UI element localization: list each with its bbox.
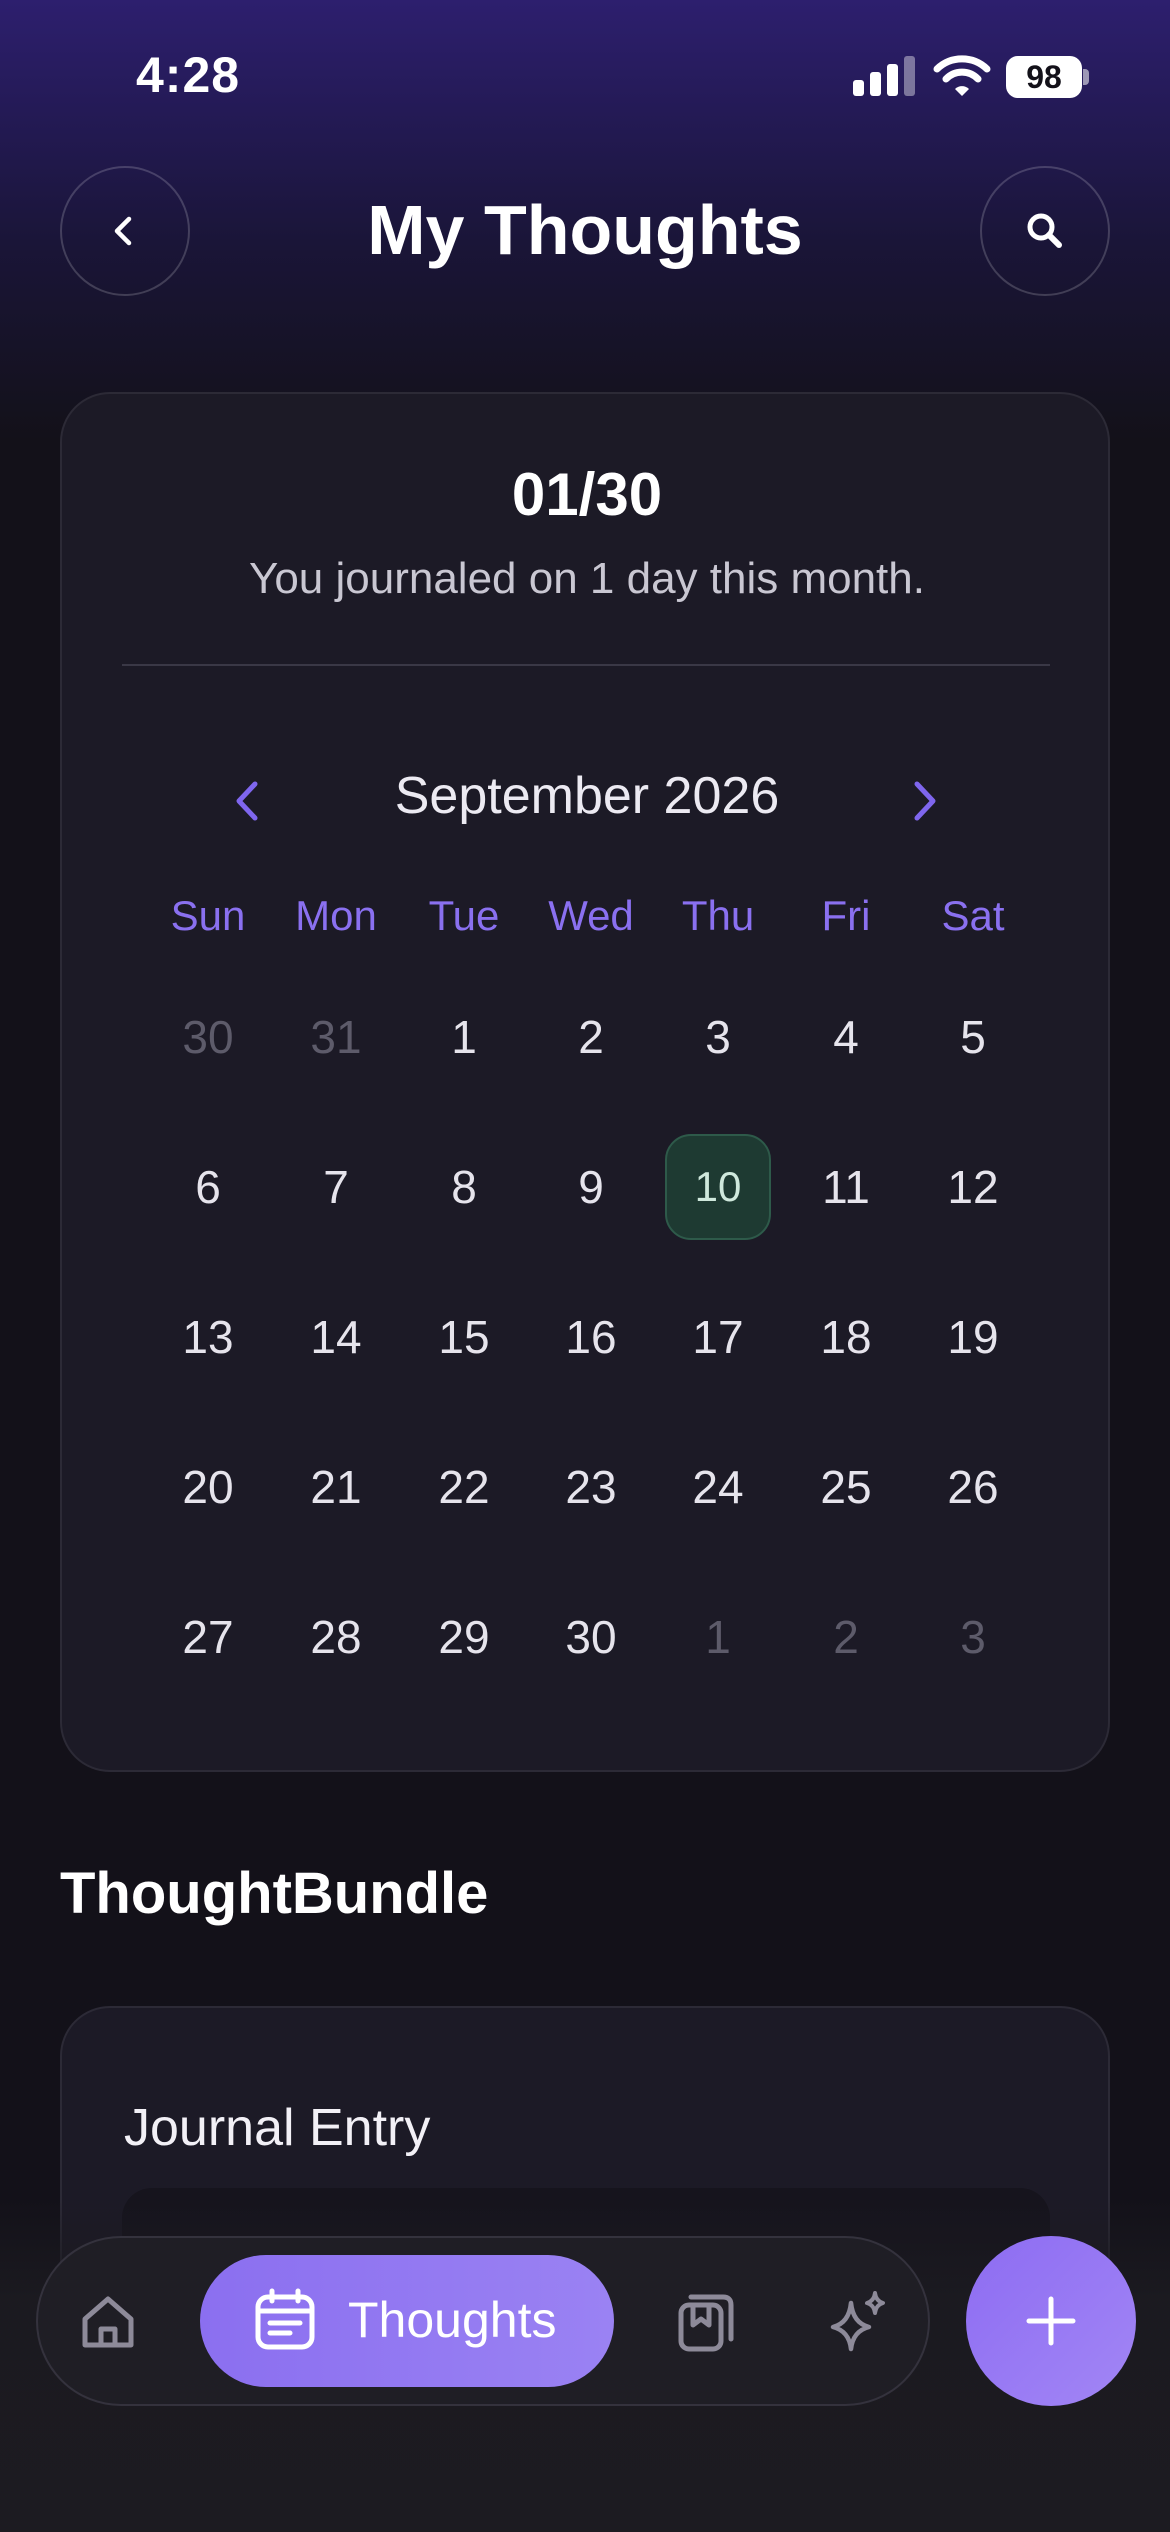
calendar-day-number: 10 — [665, 1134, 771, 1240]
status-bar: 4:28 98 — [0, 0, 1170, 150]
calendar-day[interactable]: 9 — [527, 1134, 655, 1240]
chevron-right-icon — [914, 781, 936, 821]
calendar-day[interactable]: 22 — [400, 1434, 528, 1540]
calendar-icon — [255, 2288, 315, 2350]
calendar-card: 01/30 You journaled on 1 day this month.… — [60, 392, 1110, 1772]
calendar-day-outside[interactable]: 31 — [272, 984, 400, 1090]
next-month-button[interactable] — [890, 766, 960, 836]
wifi-icon — [933, 52, 991, 98]
calendar-day[interactable]: 17 — [654, 1284, 782, 1390]
journal-summary-text: You journaled on 1 day this month. — [249, 554, 925, 603]
calendar-day[interactable]: 19 — [909, 1284, 1037, 1390]
calendar-day[interactable]: 28 — [272, 1584, 400, 1690]
calendar-day[interactable]: 14 — [272, 1284, 400, 1390]
calendar-day-outside[interactable]: 3 — [909, 1584, 1037, 1690]
calendar-day[interactable]: 11 — [782, 1134, 910, 1240]
calendar-day[interactable]: 13 — [144, 1284, 272, 1390]
search-icon — [1027, 213, 1062, 248]
calendar-day[interactable]: 3 — [654, 984, 782, 1090]
tab-home[interactable] — [70, 2284, 146, 2360]
calendar-day[interactable]: 23 — [527, 1434, 655, 1540]
home-icon — [82, 2296, 134, 2348]
calendar-day[interactable]: 26 — [909, 1434, 1037, 1540]
weekday-label: Thu — [681, 892, 755, 939]
journal-streak-count: 01/30 — [511, 461, 663, 528]
calendar-day[interactable]: 30 — [527, 1584, 655, 1690]
calendar-day[interactable]: 15 — [400, 1284, 528, 1390]
weekday-label: Fri — [821, 892, 871, 939]
calendar-day[interactable]: 27 — [144, 1584, 272, 1690]
battery-level: 98 — [1006, 56, 1082, 98]
calendar-day[interactable]: 18 — [782, 1284, 910, 1390]
status-time: 4:28 — [136, 47, 241, 103]
battery-icon: 98 — [1006, 56, 1089, 98]
calendar-day[interactable]: 7 — [272, 1134, 400, 1240]
calendar-day-outside[interactable]: 30 — [144, 984, 272, 1090]
calendar-day[interactable]: 12 — [909, 1134, 1037, 1240]
tab-insights[interactable] — [820, 2284, 896, 2360]
calendar-day[interactable]: 16 — [527, 1284, 655, 1390]
calendar-day[interactable]: 6 — [144, 1134, 272, 1240]
calendar-day-outside[interactable]: 2 — [782, 1584, 910, 1690]
tab-library[interactable] — [668, 2284, 744, 2360]
add-entry-button[interactable] — [966, 2236, 1136, 2406]
calendar-day[interactable]: 20 — [144, 1434, 272, 1540]
tab-thoughts[interactable]: Thoughts — [200, 2255, 614, 2387]
calendar-day[interactable]: 1 — [400, 984, 528, 1090]
weekday-label: Sun — [170, 892, 246, 939]
journal-entry-title: Journal Entry — [124, 2099, 431, 2157]
sparkle-icon — [830, 2291, 885, 2352]
weekday-label: Sat — [941, 892, 1005, 939]
book-stack-icon — [678, 2294, 734, 2352]
calendar-day[interactable]: 4 — [782, 984, 910, 1090]
calendar-day[interactable]: 8 — [400, 1134, 528, 1240]
section-title: ThoughtBundle — [60, 1861, 489, 1926]
calendar-day-selected[interactable]: 10 — [654, 1134, 782, 1240]
search-button[interactable] — [980, 166, 1110, 296]
tab-thoughts-label: Thoughts — [348, 2292, 557, 2348]
divider — [122, 664, 1050, 666]
calendar-day-outside[interactable]: 1 — [654, 1584, 782, 1690]
weekday-label: Mon — [295, 892, 377, 939]
plus-icon — [1026, 2296, 1076, 2346]
weekday-label: Wed — [548, 892, 634, 939]
calendar-day[interactable]: 25 — [782, 1434, 910, 1540]
calendar-day[interactable]: 29 — [400, 1584, 528, 1690]
calendar-day[interactable]: 24 — [654, 1434, 782, 1540]
calendar-day[interactable]: 21 — [272, 1434, 400, 1540]
weekday-label: Tue — [428, 892, 500, 939]
calendar-day[interactable]: 2 — [527, 984, 655, 1090]
cellular-signal-icon — [853, 56, 915, 96]
calendar-day[interactable]: 5 — [909, 984, 1037, 1090]
